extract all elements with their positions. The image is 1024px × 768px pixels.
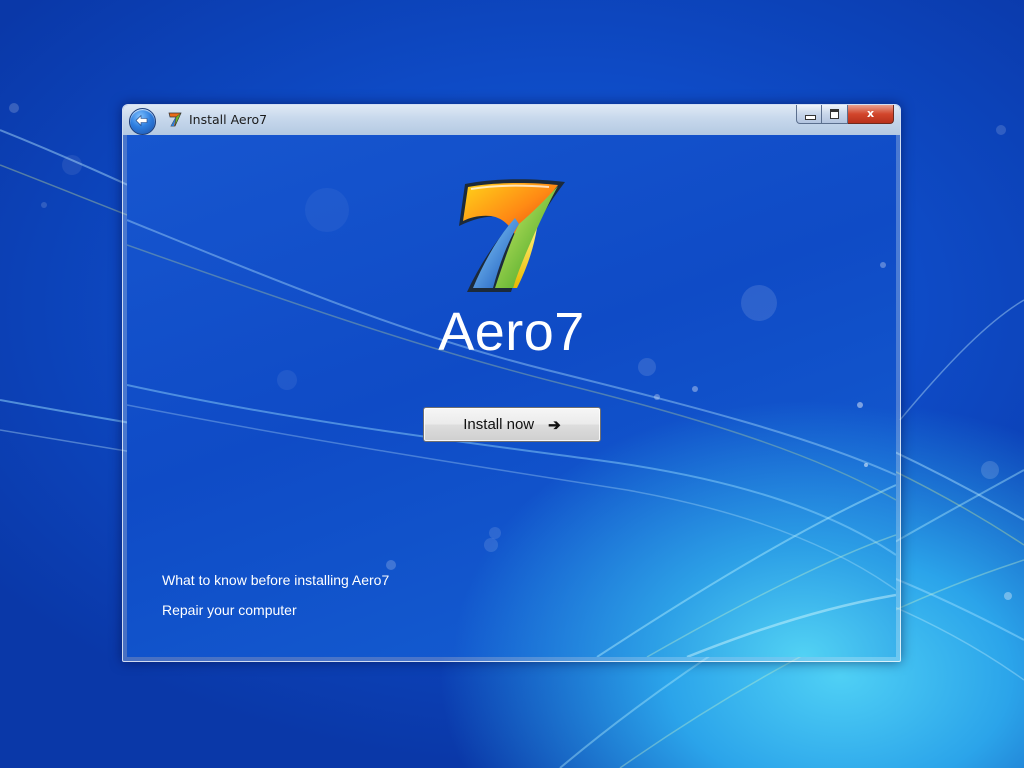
window-titlebar[interactable]: Install Aero7 x xyxy=(123,105,900,135)
install-now-button[interactable]: Install now ➔ xyxy=(423,407,601,442)
what-to-know-link[interactable]: What to know before installing Aero7 xyxy=(162,572,389,588)
close-button[interactable]: x xyxy=(848,105,894,124)
installer-content: Aero7 Install now ➔ What to know before … xyxy=(127,135,896,657)
app-name-heading: Aero7 xyxy=(438,302,585,362)
window-caption-buttons: x xyxy=(796,105,894,125)
minimize-button[interactable] xyxy=(796,105,822,124)
install-now-label: Install now xyxy=(463,416,535,433)
aero7-logo xyxy=(459,179,565,292)
close-icon: x xyxy=(866,107,875,120)
desktop-background: Install Aero7 x Aero7 Install now ➔ What… xyxy=(0,0,1024,768)
window-title: Install Aero7 xyxy=(189,112,268,127)
aero7-logo-icon xyxy=(168,112,182,127)
repair-computer-link[interactable]: Repair your computer xyxy=(162,602,297,618)
back-button[interactable] xyxy=(129,108,156,135)
minimize-icon xyxy=(805,115,816,120)
maximize-icon xyxy=(830,109,839,119)
maximize-button[interactable] xyxy=(822,105,848,124)
arrow-right-icon: ➔ xyxy=(548,416,561,434)
installer-window: Install Aero7 x Aero7 Install now ➔ What… xyxy=(122,104,901,662)
back-arrow-icon xyxy=(135,114,148,127)
